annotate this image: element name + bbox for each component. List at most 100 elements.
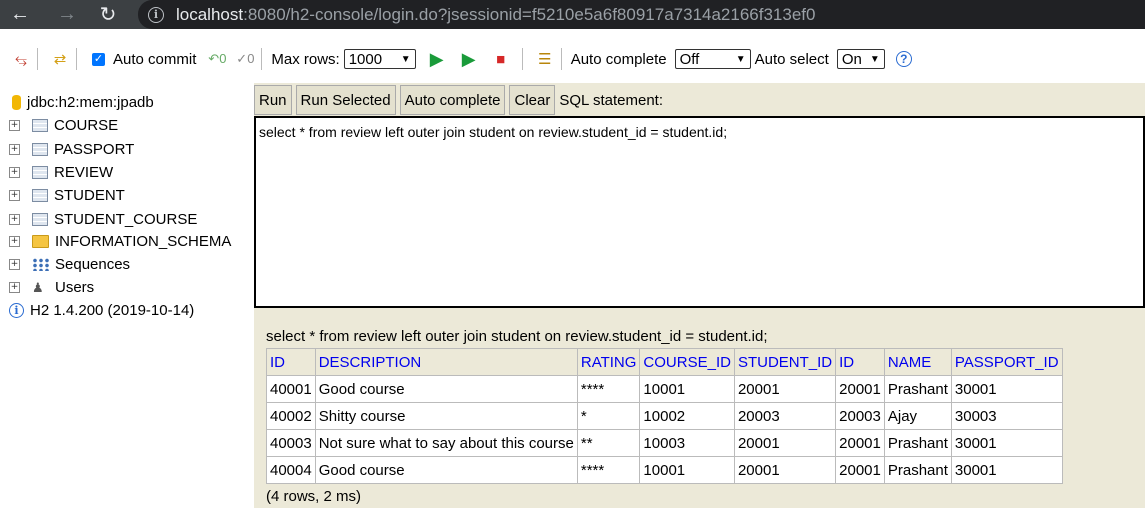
result-area: select * from review left outer join stu… <box>266 328 1063 505</box>
tree-item-student-course[interactable]: + STUDENT_COURSE <box>0 208 197 231</box>
sequences-icon <box>32 258 49 271</box>
table-row: 40004 Good course **** 10001 20001 20001… <box>266 456 1063 484</box>
clear-button[interactable]: Clear <box>509 85 556 115</box>
auto-select-label: Auto select <box>754 50 829 68</box>
result-table: ID DESCRIPTION RATING COURSE_ID STUDENT_… <box>266 348 1063 484</box>
auto-complete-select[interactable]: Off ▼ <box>674 49 751 69</box>
table-cell: ** <box>576 429 641 457</box>
run-selected-icon[interactable]: ▶ <box>458 48 480 70</box>
browser-bar: ← → ↻ i localhost:8080/h2-console/login.… <box>0 0 1145 29</box>
database-icon <box>12 95 21 110</box>
info-icon[interactable]: i <box>148 6 164 23</box>
db-label: jdbc:h2:mem:jpadb <box>27 94 154 111</box>
column-header[interactable]: NAME <box>883 348 952 376</box>
expand-icon[interactable]: + <box>9 120 20 131</box>
toolbar-separator <box>76 48 77 70</box>
max-rows-label: Max rows: <box>271 50 340 68</box>
auto-commit-checkbox[interactable]: ✓ <box>92 52 105 66</box>
column-header[interactable]: DESCRIPTION <box>314 348 578 376</box>
stop-icon[interactable]: ■ <box>490 48 512 70</box>
table-icon <box>32 189 48 202</box>
back-arrow-icon[interactable]: ← <box>5 0 35 29</box>
tree-item-student[interactable]: + STUDENT <box>0 184 125 207</box>
table-cell: Prashant <box>883 456 952 484</box>
tree-item-passport[interactable]: + PASSPORT <box>0 138 134 161</box>
chevron-down-icon: ▼ <box>400 53 411 65</box>
table-row: 40003 Not sure what to say about this co… <box>266 429 1063 457</box>
tree-item-users[interactable]: + ♟ Users <box>0 276 94 299</box>
expand-icon[interactable]: + <box>9 259 20 270</box>
toolbar-separator <box>261 48 263 70</box>
reload-icon[interactable]: ↻ <box>93 0 123 29</box>
column-header[interactable]: PASSPORT_ID <box>950 348 1063 376</box>
sql-editor[interactable]: select * from review left outer join stu… <box>254 116 1145 308</box>
column-header[interactable]: RATING <box>576 348 641 376</box>
toolbar-separator <box>560 48 562 70</box>
toolbar-separator <box>521 48 523 70</box>
tree-item-sequences[interactable]: + Sequences <box>0 253 130 276</box>
table-cell: 10001 <box>639 375 735 403</box>
result-footer: (4 rows, 2 ms) <box>266 488 362 505</box>
max-rows-select[interactable]: 1000 ▼ <box>343 49 416 69</box>
tree-item-course[interactable]: + COURSE <box>0 114 118 137</box>
expand-icon[interactable]: + <box>9 190 20 201</box>
auto-select-select[interactable]: On ▼ <box>836 49 885 69</box>
expand-icon[interactable]: + <box>9 167 20 178</box>
table-cell: Shitty course <box>314 402 578 430</box>
table-cell: Prashant <box>883 429 952 457</box>
table-header-row: ID DESCRIPTION RATING COURSE_ID STUDENT_… <box>266 348 1063 376</box>
users-icon: ♟ <box>32 279 44 295</box>
tree-item-information-schema[interactable]: + INFORMATION_SCHEMA <box>0 230 231 253</box>
url-text: localhost:8080/h2-console/login.do?jsess… <box>176 4 816 24</box>
expand-icon[interactable]: + <box>9 214 20 225</box>
column-header[interactable]: ID <box>835 348 885 376</box>
table-cell: 40002 <box>266 402 316 430</box>
auto-complete-button[interactable]: Auto complete <box>399 85 506 115</box>
table-cell: Good course <box>314 456 578 484</box>
table-cell: 40003 <box>266 429 316 457</box>
table-cell: 20001 <box>733 375 837 403</box>
commit-icon[interactable]: ✓0 <box>234 48 256 70</box>
address-bar[interactable]: i localhost:8080/h2-console/login.do?jse… <box>138 0 1145 29</box>
column-header[interactable]: ID <box>266 348 316 376</box>
table-cell: Good course <box>314 375 578 403</box>
column-header[interactable]: COURSE_ID <box>639 348 735 376</box>
expand-icon[interactable]: + <box>9 236 20 247</box>
sql-statement-label: SQL statement: <box>559 91 664 109</box>
table-cell: Prashant <box>883 375 952 403</box>
tree-item-review[interactable]: + REVIEW <box>0 161 113 184</box>
table-icon <box>32 119 48 132</box>
tree-item-label: STUDENT_COURSE <box>54 211 198 228</box>
disconnect-icon[interactable]: ⥃ <box>10 48 32 70</box>
run-icon[interactable]: ▶ <box>426 48 448 70</box>
run-selected-button[interactable]: Run Selected <box>295 85 396 115</box>
table-cell: 20001 <box>733 456 837 484</box>
refresh-icon[interactable]: ⇄ <box>49 48 71 70</box>
expand-icon[interactable]: + <box>9 144 20 155</box>
table-icon <box>32 143 48 156</box>
table-icon <box>32 213 48 226</box>
tree-item-label: Sequences <box>55 256 131 273</box>
expand-icon[interactable]: + <box>9 282 20 293</box>
table-cell: 20003 <box>835 402 885 430</box>
forward-arrow-icon[interactable]: → <box>52 0 82 29</box>
table-cell: 10003 <box>639 429 735 457</box>
toolbar: ⥃ ⇄ ✓ Auto commit ↶0 ✓0 Max rows: 1000 ▼ … <box>0 37 1145 81</box>
tree-db-node[interactable]: jdbc:h2:mem:jpadb <box>0 91 154 114</box>
run-button[interactable]: Run <box>254 85 292 115</box>
auto-commit-label: Auto commit <box>113 50 197 68</box>
tree-item-label: INFORMATION_SCHEMA <box>55 233 232 250</box>
table-row: 40001 Good course **** 10001 20001 20001… <box>266 375 1063 403</box>
info-icon: i <box>9 303 24 318</box>
chevron-down-icon: ▼ <box>735 53 746 65</box>
help-icon[interactable]: ? <box>893 48 915 70</box>
tree-item-label: REVIEW <box>54 164 114 181</box>
history-icon[interactable]: ☰ <box>534 48 556 70</box>
main-panel: Run Run Selected Auto complete Clear SQL… <box>254 83 1145 508</box>
table-cell: 20001 <box>835 429 885 457</box>
rollback-icon[interactable]: ↶0 <box>206 48 228 70</box>
sql-editor-text: select * from review left outer join stu… <box>259 124 728 140</box>
column-header[interactable]: STUDENT_ID <box>733 348 837 376</box>
tree-item-label: COURSE <box>54 117 119 134</box>
auto-complete-label: Auto complete <box>570 50 667 68</box>
